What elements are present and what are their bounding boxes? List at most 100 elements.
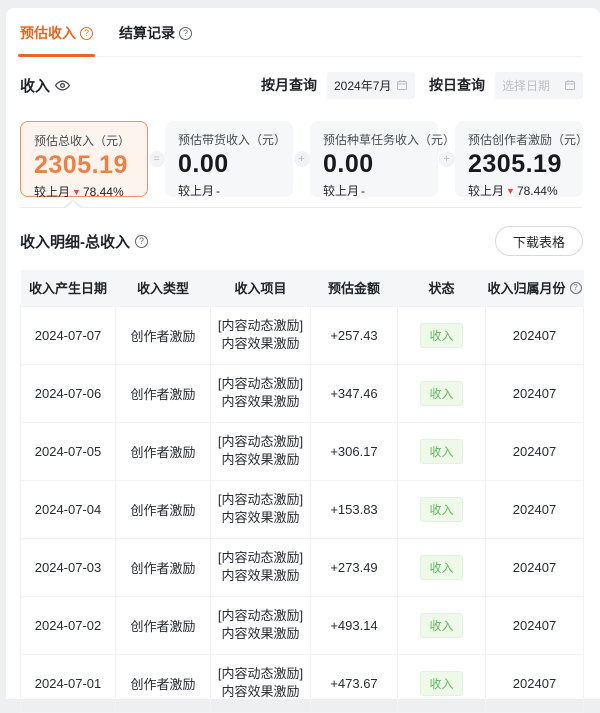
month-picker[interactable]: 2024年7月 (327, 72, 415, 99)
cell-month: 202407 (486, 654, 584, 712)
cell-date: 2024-07-03 (21, 538, 116, 596)
date-filters: 按月查询 2024年7月 按日查询 选择日期 (261, 72, 583, 99)
help-icon[interactable]: ? (135, 235, 148, 248)
cell-type: 创作者激励 (116, 306, 211, 364)
cell-amount: +493.14 (311, 596, 398, 654)
detail-section-title: 收入明细-总收入 ? (20, 231, 148, 252)
card-creator-incentive[interactable]: 预估创作者激励（元） 2305.19 较上月 ▼ 78.44% (455, 121, 583, 197)
cell-amount: +473.67 (311, 654, 398, 712)
table-row: 2024-07-05 创作者激励 [内容动态激励]内容效果激励 +306.17 … (21, 422, 584, 480)
table-row: 2024-07-02 创作者激励 [内容动态激励]内容效果激励 +493.14 … (21, 596, 584, 654)
status-badge: 收入 (420, 439, 462, 464)
table-body: 2024-07-07 创作者激励 [内容动态激励]内容效果激励 +257.43 … (21, 306, 584, 712)
cell-date: 2024-07-04 (21, 480, 116, 538)
operator-equals: = (148, 151, 165, 167)
cell-status: 收入 (398, 306, 486, 364)
tab-label: 预估收入 (20, 23, 76, 43)
cell-date: 2024-07-06 (21, 364, 116, 422)
cell-date: 2024-07-02 (21, 596, 116, 654)
status-badge: 收入 (420, 381, 462, 406)
cell-status: 收入 (398, 480, 486, 538)
stat-cards: 预估总收入（元） 2305.19 较上月 ▼ 78.44% = 预估带货收入（元… (20, 121, 583, 197)
table-row: 2024-07-01 创作者激励 [内容动态激励]内容效果激励 +473.67 … (21, 654, 584, 712)
calendar-icon (564, 79, 576, 91)
cell-amount: +273.49 (311, 538, 398, 596)
cell-project: [内容动态激励]内容效果激励 (211, 422, 311, 480)
day-query-label: 按日查询 (429, 75, 485, 95)
table-row: 2024-07-07 创作者激励 [内容动态激励]内容效果激励 +257.43 … (21, 306, 584, 364)
main-panel: 预估收入 ? 结算记录 ? 收入 按月查询 2024年7月 (6, 8, 600, 699)
operator-plus: + (293, 151, 310, 167)
income-detail-table: 收入产生日期 收入类型 收入项目 预估金额 状态 收入归属月份 ? 2024-0… (20, 270, 584, 713)
card-goods-income[interactable]: 预估带货收入（元） 0.00 较上月 ▼ - (165, 121, 293, 197)
card-tab-divider (20, 207, 583, 208)
download-table-button[interactable]: 下载表格 (495, 226, 583, 256)
card-task-income[interactable]: 预估种草任务收入（元） 0.00 较上月 ▼ - (310, 121, 438, 197)
cell-month: 202407 (486, 538, 584, 596)
cell-type: 创作者激励 (116, 422, 211, 480)
cell-amount: +306.17 (311, 422, 398, 480)
cell-status: 收入 (398, 538, 486, 596)
income-filter-row: 收入 按月查询 2024年7月 按日查询 选择日期 (20, 71, 583, 99)
eye-icon[interactable] (55, 78, 70, 93)
cell-project: [内容动态激励]内容效果激励 (211, 306, 311, 364)
cell-month: 202407 (486, 596, 584, 654)
header-type: 收入类型 (116, 270, 211, 306)
cell-type: 创作者激励 (116, 364, 211, 422)
month-picker-value: 2024年7月 (334, 77, 391, 94)
header-project: 收入项目 (211, 270, 311, 306)
cell-project: [内容动态激励]内容效果激励 (211, 480, 311, 538)
cell-status: 收入 (398, 422, 486, 480)
cell-month: 202407 (486, 364, 584, 422)
help-icon[interactable]: ? (179, 27, 192, 40)
cell-project: [内容动态激励]内容效果激励 (211, 596, 311, 654)
status-badge: 收入 (420, 497, 462, 522)
status-badge: 收入 (420, 613, 462, 638)
cell-status: 收入 (398, 596, 486, 654)
card-total-income[interactable]: 预估总收入（元） 2305.19 较上月 ▼ 78.44% (20, 121, 148, 197)
table-header-row: 收入产生日期 收入类型 收入项目 预估金额 状态 收入归属月份 ? (21, 270, 584, 306)
table-row: 2024-07-04 创作者激励 [内容动态激励]内容效果激励 +153.83 … (21, 480, 584, 538)
tab-bar: 预估收入 ? 结算记录 ? (20, 8, 583, 57)
cell-project: [内容动态激励]内容效果激励 (211, 654, 311, 712)
tab-estimated-income[interactable]: 预估收入 ? (20, 23, 93, 56)
detail-section-head: 收入明细-总收入 ? 下载表格 (20, 226, 583, 256)
header-date: 收入产生日期 (21, 270, 116, 306)
cell-type: 创作者激励 (116, 538, 211, 596)
cell-project: [内容动态激励]内容效果激励 (211, 364, 311, 422)
trend-down-icon: ▼ (72, 187, 81, 197)
income-section-title: 收入 (20, 75, 70, 96)
cell-type: 创作者激励 (116, 480, 211, 538)
cell-amount: +257.43 (311, 306, 398, 364)
cell-status: 收入 (398, 654, 486, 712)
cell-status: 收入 (398, 364, 486, 422)
help-icon[interactable]: ? (80, 27, 93, 40)
cell-amount: +153.83 (311, 480, 398, 538)
cell-amount: +347.46 (311, 364, 398, 422)
cell-type: 创作者激励 (116, 596, 211, 654)
tab-label: 结算记录 (119, 23, 175, 43)
cell-date: 2024-07-05 (21, 422, 116, 480)
month-query-label: 按月查询 (261, 75, 317, 95)
cell-date: 2024-07-07 (21, 306, 116, 364)
status-badge: 收入 (420, 323, 462, 348)
status-badge: 收入 (420, 671, 462, 696)
day-picker-placeholder: 选择日期 (502, 77, 550, 94)
help-icon[interactable]: ? (570, 282, 582, 294)
header-amount: 预估金额 (311, 270, 398, 306)
cell-project: [内容动态激励]内容效果激励 (211, 538, 311, 596)
operator-plus: + (438, 151, 455, 167)
cell-month: 202407 (486, 422, 584, 480)
calendar-icon (396, 79, 408, 91)
day-picker[interactable]: 选择日期 (495, 72, 583, 99)
header-status: 状态 (398, 270, 486, 306)
status-badge: 收入 (420, 555, 462, 580)
cell-month: 202407 (486, 306, 584, 364)
trend-down-icon: ▼ (506, 186, 515, 196)
cell-type: 创作者激励 (116, 654, 211, 712)
table-row: 2024-07-06 创作者激励 [内容动态激励]内容效果激励 +347.46 … (21, 364, 584, 422)
tab-settlement-records[interactable]: 结算记录 ? (119, 23, 192, 56)
header-month: 收入归属月份 ? (486, 270, 584, 306)
cell-date: 2024-07-01 (21, 654, 116, 712)
table-row: 2024-07-03 创作者激励 [内容动态激励]内容效果激励 +273.49 … (21, 538, 584, 596)
